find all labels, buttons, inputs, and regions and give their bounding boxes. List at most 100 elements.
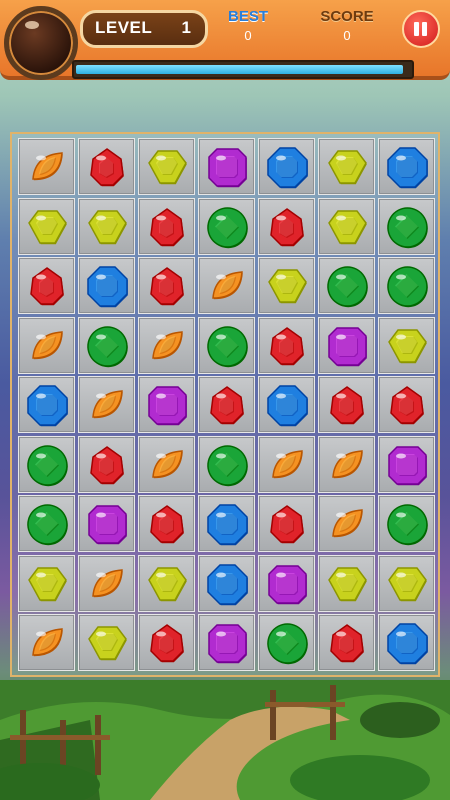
board-cell[interactable] bbox=[258, 614, 315, 671]
board-cell[interactable] bbox=[258, 257, 315, 314]
board-cell[interactable] bbox=[198, 197, 255, 255]
board-cell[interactable] bbox=[378, 257, 435, 314]
red-gem-icon[interactable] bbox=[385, 383, 430, 428]
board-cell[interactable] bbox=[318, 614, 375, 671]
orange-gem-icon[interactable] bbox=[145, 324, 190, 369]
orange-gem-icon[interactable] bbox=[265, 443, 310, 488]
yellow-gem-icon[interactable] bbox=[25, 205, 70, 250]
green-gem-icon[interactable] bbox=[205, 324, 250, 369]
board-cell[interactable] bbox=[78, 376, 135, 433]
purple-gem-icon[interactable] bbox=[265, 562, 310, 607]
blue-gem-icon[interactable] bbox=[85, 264, 130, 309]
green-gem-icon[interactable] bbox=[385, 502, 430, 547]
red-gem-icon[interactable] bbox=[325, 621, 370, 666]
board-cell[interactable] bbox=[18, 495, 75, 552]
board-cell[interactable] bbox=[18, 257, 75, 314]
blue-gem-icon[interactable] bbox=[265, 383, 310, 428]
board-cell[interactable] bbox=[258, 435, 315, 493]
board-cell[interactable] bbox=[378, 495, 435, 552]
orange-gem-icon[interactable] bbox=[325, 502, 370, 547]
yellow-gem-icon[interactable] bbox=[145, 562, 190, 607]
orange-gem-icon[interactable] bbox=[145, 443, 190, 488]
board-cell[interactable] bbox=[378, 197, 435, 255]
green-gem-icon[interactable] bbox=[205, 443, 250, 488]
yellow-gem-icon[interactable] bbox=[85, 621, 130, 666]
board-cell[interactable] bbox=[378, 554, 435, 612]
blue-gem-icon[interactable] bbox=[265, 145, 310, 190]
board-cell[interactable] bbox=[78, 138, 135, 195]
yellow-gem-icon[interactable] bbox=[385, 324, 430, 369]
purple-gem-icon[interactable] bbox=[385, 443, 430, 488]
red-gem-icon[interactable] bbox=[145, 621, 190, 666]
board-cell[interactable] bbox=[378, 435, 435, 493]
yellow-gem-icon[interactable] bbox=[85, 205, 130, 250]
board-cell[interactable] bbox=[138, 197, 195, 255]
blue-gem-icon[interactable] bbox=[205, 562, 250, 607]
yellow-gem-icon[interactable] bbox=[325, 205, 370, 250]
blue-gem-icon[interactable] bbox=[205, 502, 250, 547]
yellow-gem-icon[interactable] bbox=[325, 562, 370, 607]
board-cell[interactable] bbox=[138, 316, 195, 374]
board-cell[interactable] bbox=[378, 316, 435, 374]
board-cell[interactable] bbox=[318, 376, 375, 433]
orange-gem-icon[interactable] bbox=[85, 383, 130, 428]
board-cell[interactable] bbox=[78, 435, 135, 493]
red-gem-icon[interactable] bbox=[25, 264, 70, 309]
red-gem-icon[interactable] bbox=[325, 383, 370, 428]
pause-button[interactable] bbox=[402, 10, 440, 48]
board-cell[interactable] bbox=[18, 197, 75, 255]
board-cell[interactable] bbox=[78, 554, 135, 612]
board-cell[interactable] bbox=[378, 376, 435, 433]
green-gem-icon[interactable] bbox=[265, 621, 310, 666]
board-cell[interactable] bbox=[318, 197, 375, 255]
board-cell[interactable] bbox=[138, 435, 195, 493]
purple-gem-icon[interactable] bbox=[145, 383, 190, 428]
board-cell[interactable] bbox=[18, 316, 75, 374]
red-gem-icon[interactable] bbox=[145, 264, 190, 309]
board-cell[interactable] bbox=[78, 316, 135, 374]
blue-gem-icon[interactable] bbox=[385, 621, 430, 666]
board-cell[interactable] bbox=[138, 138, 195, 195]
red-gem-icon[interactable] bbox=[265, 205, 310, 250]
red-gem-icon[interactable] bbox=[145, 205, 190, 250]
green-gem-icon[interactable] bbox=[205, 205, 250, 250]
green-gem-icon[interactable] bbox=[325, 264, 370, 309]
board-cell[interactable] bbox=[18, 554, 75, 612]
purple-gem-icon[interactable] bbox=[205, 145, 250, 190]
purple-gem-icon[interactable] bbox=[85, 502, 130, 547]
board-cell[interactable] bbox=[78, 614, 135, 671]
orange-gem-icon[interactable] bbox=[325, 443, 370, 488]
red-gem-icon[interactable] bbox=[205, 383, 250, 428]
board-cell[interactable] bbox=[138, 495, 195, 552]
board-cell[interactable] bbox=[138, 554, 195, 612]
board-cell[interactable] bbox=[258, 316, 315, 374]
board-cell[interactable] bbox=[18, 614, 75, 671]
board-cell[interactable] bbox=[138, 376, 195, 433]
board-cell[interactable] bbox=[18, 376, 75, 433]
purple-gem-icon[interactable] bbox=[325, 324, 370, 369]
board-cell[interactable] bbox=[318, 257, 375, 314]
board-cell[interactable] bbox=[258, 197, 315, 255]
green-gem-icon[interactable] bbox=[385, 264, 430, 309]
red-gem-icon[interactable] bbox=[85, 443, 130, 488]
orange-gem-icon[interactable] bbox=[205, 264, 250, 309]
board-cell[interactable] bbox=[198, 138, 255, 195]
board-cell[interactable] bbox=[198, 554, 255, 612]
board-cell[interactable] bbox=[78, 495, 135, 552]
board-cell[interactable] bbox=[258, 554, 315, 612]
blue-gem-icon[interactable] bbox=[25, 383, 70, 428]
red-gem-icon[interactable] bbox=[265, 324, 310, 369]
yellow-gem-icon[interactable] bbox=[145, 145, 190, 190]
board-cell[interactable] bbox=[78, 197, 135, 255]
orange-gem-icon[interactable] bbox=[25, 621, 70, 666]
board-cell[interactable] bbox=[198, 435, 255, 493]
board-cell[interactable] bbox=[258, 138, 315, 195]
board-cell[interactable] bbox=[318, 138, 375, 195]
red-gem-icon[interactable] bbox=[265, 502, 310, 547]
board-cell[interactable] bbox=[318, 316, 375, 374]
board-cell[interactable] bbox=[138, 257, 195, 314]
green-gem-icon[interactable] bbox=[25, 443, 70, 488]
board-cell[interactable] bbox=[318, 495, 375, 552]
board-cell[interactable] bbox=[198, 316, 255, 374]
yellow-gem-icon[interactable] bbox=[385, 562, 430, 607]
